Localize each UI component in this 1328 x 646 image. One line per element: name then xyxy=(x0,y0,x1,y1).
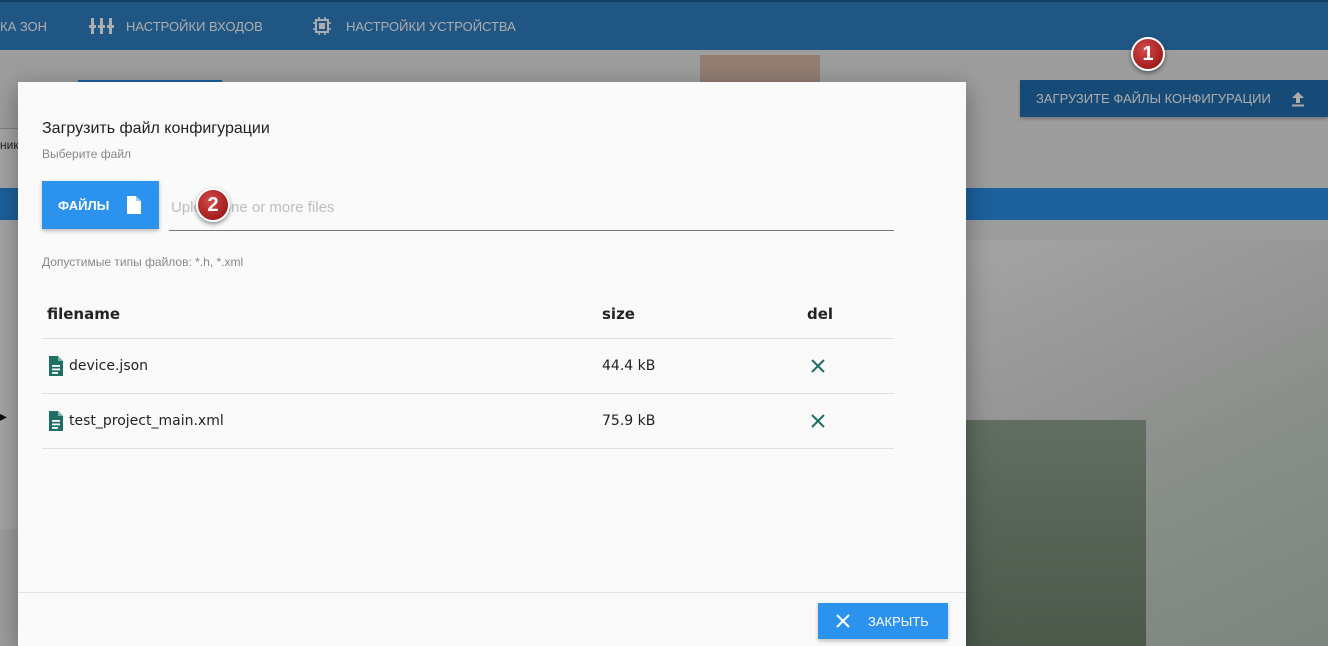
file-upload-input[interactable] xyxy=(169,186,898,228)
size-cell: 44.4 kB xyxy=(597,338,802,394)
delete-file-button[interactable] xyxy=(807,355,829,377)
dialog-title: Загрузить файл конфигурации xyxy=(42,120,270,137)
column-header-size: size xyxy=(597,290,802,339)
callout-badge-2: 2 xyxy=(196,188,230,222)
filename-cell: test_project_main.xml xyxy=(42,393,597,449)
callout-badge-1: 1 xyxy=(1131,37,1165,71)
table-header-row: filename size del xyxy=(42,290,894,339)
column-header-del: del xyxy=(802,290,894,339)
uploaded-files-table: filename size del device.json 44.4 kB te… xyxy=(42,290,894,449)
allowed-file-types-hint: Допустимые типы файлов: *.h, *.xml xyxy=(42,255,244,269)
filename-text: test_project_main.xml xyxy=(69,413,224,429)
delete-file-button[interactable] xyxy=(807,410,829,432)
filename-text: device.json xyxy=(69,358,149,374)
close-icon xyxy=(836,614,850,628)
size-cell: 75.9 kB xyxy=(597,393,802,449)
file-upload-field[interactable] xyxy=(169,186,898,231)
file-icon xyxy=(127,196,141,214)
document-icon xyxy=(49,356,63,376)
choose-files-button[interactable]: ФАЙЛЫ xyxy=(42,181,159,229)
document-icon xyxy=(49,411,63,431)
dialog-subtitle: Выберите файл xyxy=(42,147,132,161)
dialog-footer-divider xyxy=(18,592,966,593)
close-icon xyxy=(811,413,825,428)
close-icon xyxy=(811,358,825,373)
choose-files-label: ФАЙЛЫ xyxy=(58,197,110,213)
delete-cell xyxy=(802,338,894,394)
close-dialog-button[interactable]: ЗАКРЫТЬ xyxy=(818,603,948,639)
table-row: device.json 44.4 kB xyxy=(42,338,894,394)
column-header-filename: filename xyxy=(42,290,597,339)
delete-cell xyxy=(802,393,894,449)
table-row: test_project_main.xml 75.9 kB xyxy=(42,393,894,449)
close-dialog-label: ЗАКРЫТЬ xyxy=(868,613,929,629)
upload-config-dialog: Загрузить файл конфигурации Выберите фай… xyxy=(18,82,966,646)
filename-cell: device.json xyxy=(42,338,597,394)
